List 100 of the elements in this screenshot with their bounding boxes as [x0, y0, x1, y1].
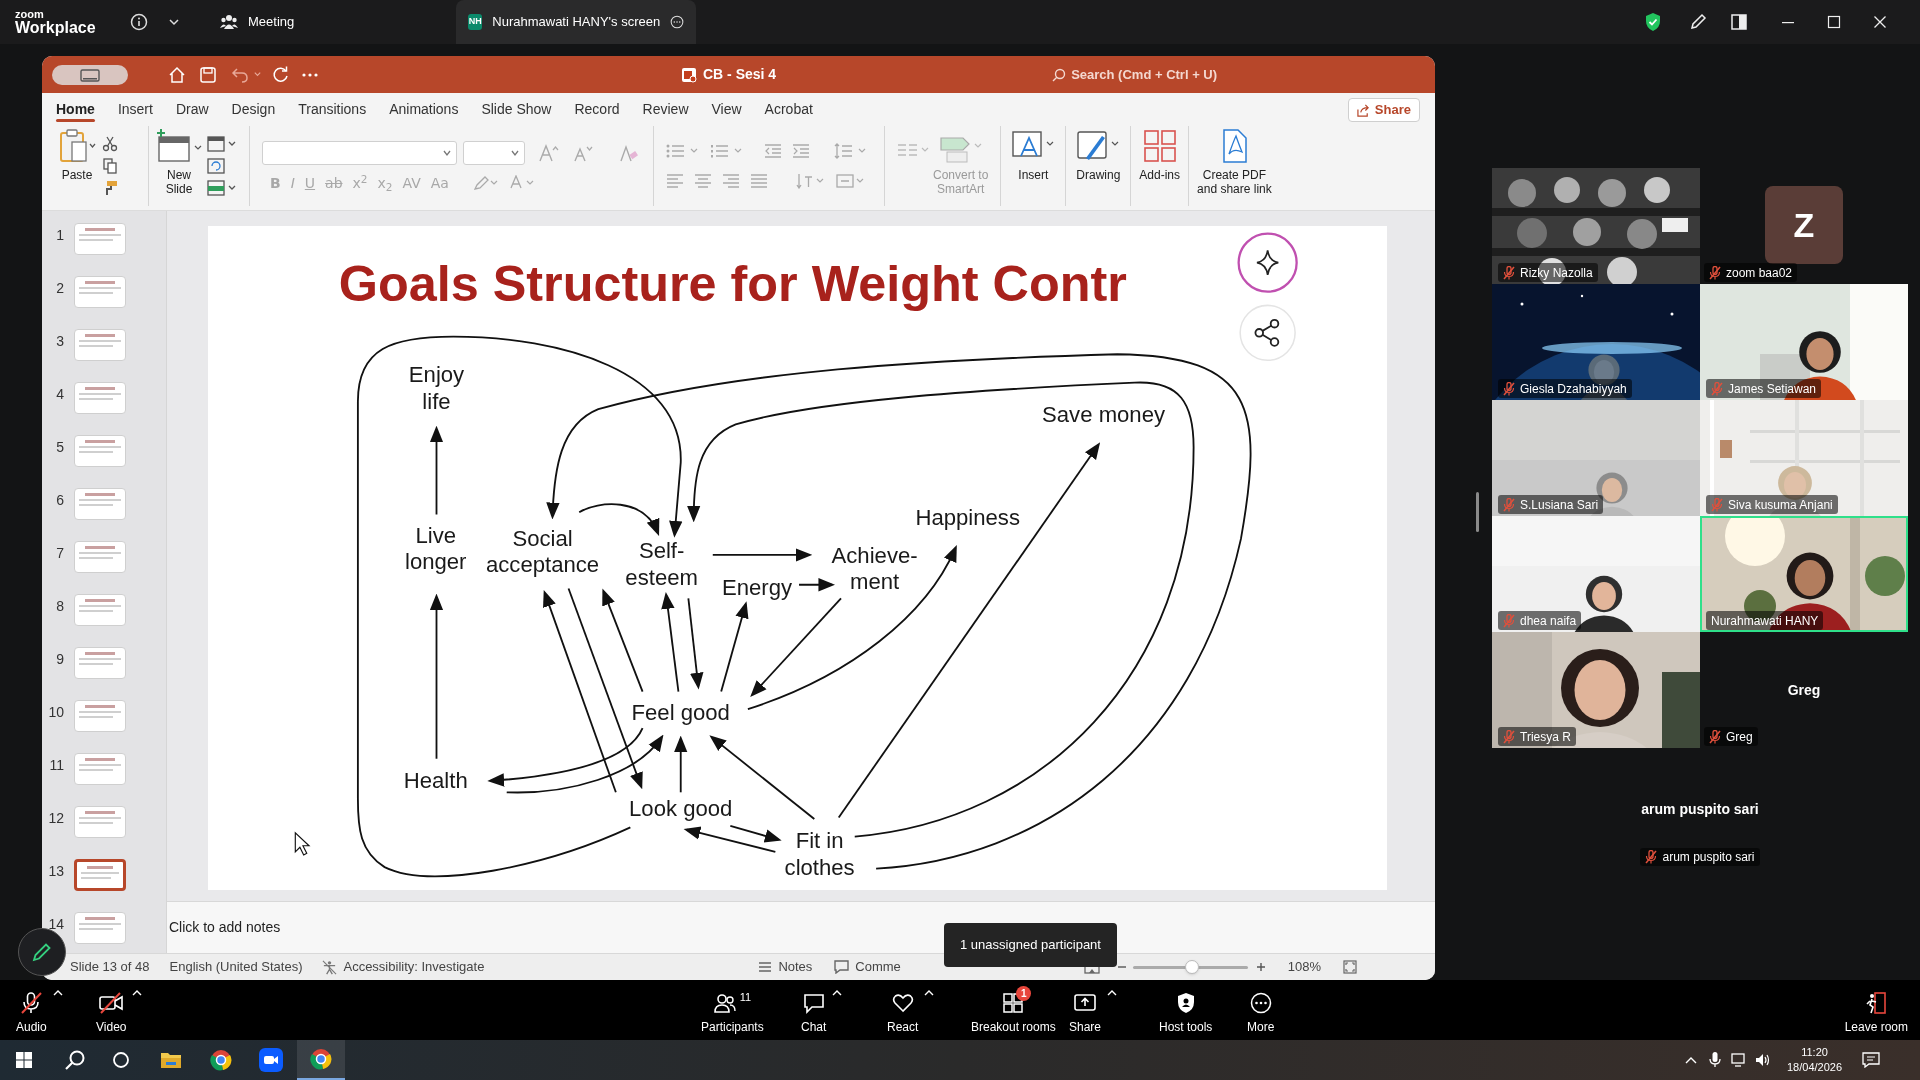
- caret-icon[interactable]: [1107, 988, 1118, 997]
- video-app-icon[interactable]: [259, 1048, 283, 1072]
- video-tile[interactable]: Giesla Dzahabiyyah: [1492, 284, 1700, 400]
- video-button[interactable]: Video: [92, 984, 131, 1036]
- highlighter-icon[interactable]: [472, 175, 499, 191]
- more-icon[interactable]: [301, 71, 319, 78]
- copy-icon[interactable]: [102, 158, 118, 174]
- ai-assist-button[interactable]: [1237, 232, 1298, 293]
- network-icon[interactable]: [1731, 1053, 1747, 1067]
- caret-icon[interactable]: [132, 988, 143, 997]
- slide-thumbnail[interactable]: [74, 859, 126, 891]
- ribbon-tab[interactable]: Slide Show: [470, 96, 563, 122]
- save-icon[interactable]: [199, 65, 217, 84]
- folder-icon[interactable]: [160, 1050, 182, 1070]
- active-app-button[interactable]: [297, 1040, 345, 1080]
- font-color-icon[interactable]: [508, 175, 535, 191]
- microphone-icon[interactable]: [1709, 1052, 1721, 1068]
- video-tile[interactable]: S.Lusiana Sari: [1492, 400, 1700, 516]
- insert-button[interactable]: Insert: [1009, 126, 1058, 206]
- leave-room-button[interactable]: Leave room: [1844, 984, 1908, 1036]
- caret-icon[interactable]: [924, 988, 935, 997]
- share-button[interactable]: [1239, 304, 1296, 362]
- reset-icon[interactable]: [207, 158, 225, 174]
- redo-icon[interactable]: [271, 65, 289, 84]
- more-button[interactable]: More: [1243, 984, 1279, 1036]
- video-tile[interactable]: James Setiawan: [1700, 284, 1908, 400]
- create-pdf-button[interactable]: Create PDF and share link: [1197, 126, 1272, 206]
- clear-format-icon[interactable]: [619, 144, 639, 162]
- layout-icon[interactable]: [1730, 13, 1749, 31]
- chevron-up-icon[interactable]: [1685, 1055, 1697, 1065]
- video-tile[interactable]: Triesya R: [1492, 632, 1700, 748]
- screen-share-tab[interactable]: NH Nurahmawati HANY's screen: [456, 0, 697, 44]
- layout-icon[interactable]: [207, 136, 237, 152]
- font-grow-icon[interactable]: [539, 144, 559, 162]
- caret-icon[interactable]: [52, 988, 63, 997]
- participant-tile[interactable]: Z zoom baa02: [1700, 168, 1908, 284]
- accessibility-status[interactable]: Accessibility: Investigate: [343, 957, 485, 977]
- language-label[interactable]: English (United States): [169, 957, 303, 977]
- search-field[interactable]: Search (Cmd + Ctrl + U): [1048, 62, 1246, 87]
- windows-start-icon[interactable]: [16, 1052, 32, 1068]
- zoom-in-icon[interactable]: [1255, 962, 1266, 972]
- annotate-button[interactable]: [18, 928, 66, 976]
- notification-icon[interactable]: [1862, 1052, 1881, 1068]
- section-icon[interactable]: [207, 180, 237, 196]
- ribbon-tab[interactable]: View: [700, 96, 753, 122]
- new-slide-button[interactable]: New Slide: [155, 126, 203, 206]
- browser-icon[interactable]: [210, 1049, 232, 1071]
- speaker-icon[interactable]: [1755, 1053, 1771, 1067]
- ribbon-tab[interactable]: Record: [563, 96, 631, 122]
- line-spacing-icon[interactable]: [834, 143, 868, 159]
- bullets-icon[interactable]: [666, 143, 700, 159]
- ribbon-tab[interactable]: Review: [631, 96, 700, 122]
- video-tile[interactable]: Rizky Nazolla: [1492, 168, 1700, 284]
- ribbon-tab[interactable]: Design: [220, 96, 287, 122]
- video-tile[interactable]: Siva kusuma Anjani: [1700, 400, 1908, 516]
- task-view-icon[interactable]: [112, 1051, 130, 1069]
- notes-icon[interactable]: [758, 961, 773, 973]
- maximize-icon[interactable]: [1827, 15, 1842, 29]
- resize-handle[interactable]: [1476, 492, 1479, 532]
- meeting-tab[interactable]: Meeting: [220, 7, 295, 37]
- ribbon-tab[interactable]: Transitions: [287, 96, 378, 122]
- more-icon[interactable]: [670, 13, 685, 31]
- clock-date[interactable]: 18/04/2026: [1787, 1060, 1843, 1075]
- ribbon-tab[interactable]: Home: [45, 96, 106, 122]
- close-icon[interactable]: [1873, 15, 1888, 29]
- paste-button[interactable]: Paste: [58, 126, 96, 206]
- slider-thumb[interactable]: [1185, 960, 1200, 974]
- video-tile[interactable]: Nurahmawati HANY: [1700, 516, 1908, 632]
- info-icon[interactable]: [130, 13, 148, 31]
- ribbon-tab[interactable]: Draw: [164, 96, 220, 122]
- zoom-percentage[interactable]: 108%: [1287, 957, 1322, 977]
- audio-button[interactable]: Audio: [12, 984, 51, 1036]
- shield-icon[interactable]: [1644, 12, 1663, 32]
- participant-tile[interactable]: Greg Greg: [1700, 632, 1908, 748]
- ribbon-tab[interactable]: Acrobat: [753, 96, 824, 122]
- accessibility-icon[interactable]: [322, 959, 338, 975]
- font-shrink-icon[interactable]: [573, 144, 593, 162]
- comment-icon[interactable]: [834, 960, 850, 974]
- react-button[interactable]: React: [883, 984, 923, 1036]
- caret-icon[interactable]: [168, 16, 180, 28]
- host-button[interactable]: Host tools: [1155, 984, 1217, 1036]
- home-icon[interactable]: [168, 65, 186, 84]
- breakout-button[interactable]: 1 Breakout rooms: [967, 984, 1060, 1036]
- fit-slide-icon[interactable]: [1343, 960, 1358, 974]
- drawing-button[interactable]: Drawing: [1074, 126, 1123, 206]
- video-tile[interactable]: dhea naifa: [1492, 516, 1700, 632]
- participants-button[interactable]: 11 Participants: [697, 984, 768, 1036]
- share-button[interactable]: Share: [1347, 98, 1420, 122]
- zoom-slider[interactable]: [1132, 960, 1248, 974]
- text-direction-icon[interactable]: [796, 173, 826, 189]
- sidebar-toggle-icon[interactable]: [52, 64, 128, 85]
- notes-button[interactable]: Notes: [778, 957, 813, 977]
- add-ins-button[interactable]: Add-ins: [1139, 126, 1181, 206]
- scissors-icon[interactable]: [102, 136, 118, 152]
- comments-button[interactable]: Comme: [855, 957, 901, 977]
- pen-icon[interactable]: [1689, 13, 1708, 31]
- chat-button[interactable]: Chat: [797, 984, 831, 1036]
- ribbon-tab[interactable]: Insert: [106, 96, 164, 122]
- undo-icon[interactable]: [231, 65, 249, 84]
- share-button[interactable]: Share: [1065, 984, 1106, 1036]
